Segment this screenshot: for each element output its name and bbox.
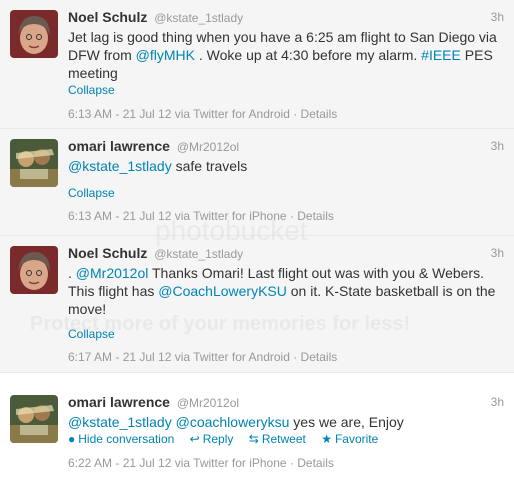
conversation-timeline: Noel Schulz @kstate_1stlady 3h Jet lag i… [0, 0, 514, 478]
timestamp[interactable]: 3h [491, 10, 504, 24]
mention-link[interactable]: @coachloweryksu [176, 414, 290, 430]
fullname[interactable]: Noel Schulz [68, 245, 147, 261]
tweet-actions: ● Hide conversation ↩ Reply ⇆ Retweet ★ Favo… [68, 432, 390, 446]
tweet-header: Noel Schulz @kstate_1stlady 3h [68, 245, 504, 263]
fullname[interactable]: Noel Schulz [68, 9, 147, 25]
retweet-icon: ⇆ [248, 432, 259, 446]
mention-link[interactable]: @flyMHK [136, 47, 195, 63]
tweet[interactable]: Noel Schulz @kstate_1stlady 3h Jet lag i… [0, 0, 514, 129]
timestamp[interactable]: 3h [491, 139, 504, 153]
avatar[interactable] [10, 139, 58, 187]
reply-arrow-icon: ↩ [189, 432, 200, 446]
avatar[interactable] [10, 246, 58, 294]
avatar[interactable] [10, 395, 58, 443]
retweet-button[interactable]: ⇆ Retweet [249, 432, 306, 446]
mention-link[interactable]: @kstate_1stlady [68, 414, 172, 430]
username[interactable]: @kstate_1stlady [154, 11, 243, 25]
collapse-link[interactable]: Collapse [68, 327, 115, 341]
tweet-text: @kstate_1stlady safe travels [68, 158, 248, 174]
tweet-text: Jet lag is good thing when you have a 6:… [68, 29, 497, 81]
username[interactable]: @kstate_1stlady [154, 247, 243, 261]
tweet-text: @kstate_1stlady @coachloweryksu yes we a… [68, 414, 404, 430]
speech-bubble-icon: ● [68, 432, 76, 446]
tweet-header: omari lawrence @Mr2012ol 3h [68, 394, 504, 412]
tweet[interactable]: Noel Schulz @kstate_1stlady 3h . @Mr2012… [0, 236, 514, 373]
username[interactable]: @Mr2012ol [177, 396, 239, 410]
tweet-header: omari lawrence @Mr2012ol 3h [68, 138, 504, 156]
tweet[interactable]: omari lawrence @Mr2012ol 3h @kstate_1stl… [0, 385, 514, 478]
tweet-meta: 6:22 AM - 21 Jul 12 via Twitter for iPho… [68, 456, 334, 470]
mention-link[interactable]: @kstate_1stlady [68, 158, 172, 174]
tweet-meta: 6:13 AM - 21 Jul 12 via Twitter for iPho… [68, 209, 334, 223]
tweet-header: Noel Schulz @kstate_1stlady 3h [68, 9, 504, 27]
mention-link[interactable]: @CoachLoweryKSU [158, 283, 287, 299]
tweet-text: . @Mr2012ol Thanks Omari! Last flight ou… [68, 265, 496, 317]
collapse-link[interactable]: Collapse [68, 186, 115, 200]
tweet-meta: 6:13 AM - 21 Jul 12 via Twitter for Andr… [68, 107, 338, 121]
timestamp[interactable]: 3h [491, 246, 504, 260]
timestamp[interactable]: 3h [491, 395, 504, 409]
tweet-meta: 6:17 AM - 21 Jul 12 via Twitter for Andr… [68, 350, 338, 364]
reply-button[interactable]: ↩ Reply [190, 432, 234, 446]
hide-conversation-button[interactable]: ● Hide conversation [68, 432, 174, 446]
mention-link[interactable]: @Mr2012ol [76, 265, 149, 281]
fullname[interactable]: omari lawrence [68, 138, 170, 154]
collapse-link[interactable]: Collapse [68, 83, 115, 97]
favorite-button[interactable]: ★ Favorite [321, 432, 378, 446]
avatar[interactable] [10, 10, 58, 58]
star-icon: ★ [321, 432, 332, 446]
hashtag-link[interactable]: #IEEE [421, 47, 461, 63]
tweet[interactable]: omari lawrence @Mr2012ol 3h @kstate_1stl… [0, 129, 514, 236]
fullname[interactable]: omari lawrence [68, 394, 170, 410]
username[interactable]: @Mr2012ol [177, 140, 239, 154]
